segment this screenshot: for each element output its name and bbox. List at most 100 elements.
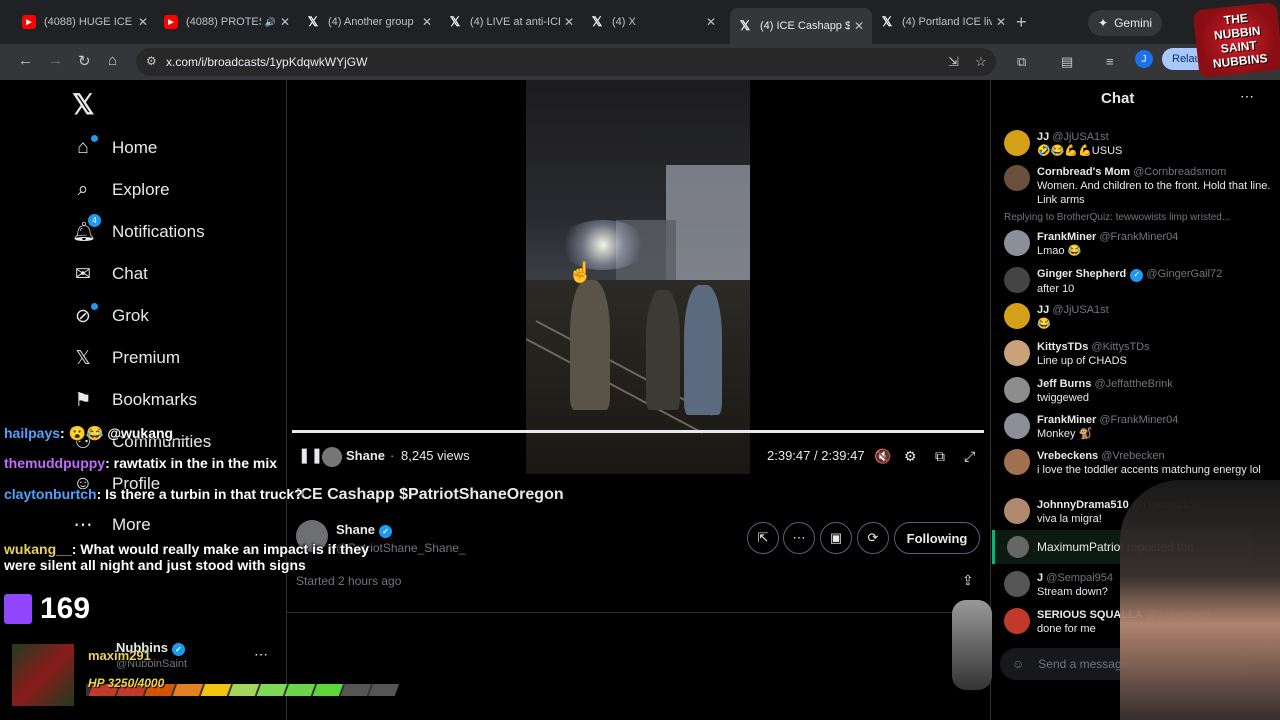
hp-text: HP 3250/4000 xyxy=(88,676,165,690)
chat-username[interactable]: KittysTDs xyxy=(1037,341,1088,353)
close-tab-icon[interactable]: ✕ xyxy=(280,15,290,29)
browser-tab[interactable]: ▶ (4088) PROTES 🔊 ✕ xyxy=(156,8,298,36)
fullscreen-icon[interactable]: ⤢ xyxy=(964,448,975,465)
close-tab-icon[interactable]: ✕ xyxy=(854,19,864,33)
pip-icon[interactable]: ⧉ xyxy=(935,448,945,465)
close-tab-icon[interactable]: ✕ xyxy=(564,15,574,29)
avatar[interactable] xyxy=(1004,230,1030,256)
x-icon: 𝕏 xyxy=(591,14,603,29)
browser-tab[interactable]: 𝕏 (4) Another group ✕ xyxy=(298,8,440,36)
chat-username[interactable]: FrankMiner xyxy=(1037,231,1096,243)
video-progress-bar[interactable] xyxy=(292,430,984,433)
avatar[interactable] xyxy=(1004,571,1030,597)
share-icon[interactable]: ⇪ xyxy=(962,572,974,589)
clip-icon[interactable]: ▣ xyxy=(820,522,852,554)
chat-handle[interactable]: @GingerGail72 xyxy=(1146,268,1222,280)
avatar[interactable] xyxy=(1004,165,1030,191)
avatar[interactable] xyxy=(1004,413,1030,439)
chat-handle[interactable]: @Cornbreadsmom xyxy=(1133,166,1226,178)
extensions-icon[interactable]: ⧉ xyxy=(1017,54,1026,70)
chat-handle[interactable]: @FrankMiner04 xyxy=(1099,231,1178,243)
back-icon[interactable]: ← xyxy=(18,52,33,69)
reply-note[interactable]: Replying to BrotherQuiz: tewwowists limp… xyxy=(1004,212,1230,223)
chat-more-icon[interactable]: ⋯ xyxy=(1240,88,1254,105)
x-logo[interactable]: 𝕏 xyxy=(72,88,95,121)
mute-icon[interactable]: 🔇 xyxy=(874,448,891,465)
browser-tab[interactable]: ▶ (4088) HUGE ICE P ✕ xyxy=(14,8,156,36)
chat-username[interactable]: Jeff Burns xyxy=(1037,378,1091,390)
chat-handle[interactable]: @KittysTDs xyxy=(1091,341,1149,353)
close-tab-icon[interactable]: ✕ xyxy=(706,15,716,29)
video-player[interactable] xyxy=(526,80,750,474)
account-more-icon[interactable]: ⋯ xyxy=(254,646,268,663)
host-name-row[interactable]: Shane ✓ xyxy=(336,522,393,538)
chat-username[interactable]: Ginger Shepherd xyxy=(1037,268,1126,280)
chat-handle[interactable]: @Sempai954 xyxy=(1046,572,1113,584)
chat-username[interactable]: JJ xyxy=(1037,131,1049,143)
avatar[interactable] xyxy=(1004,267,1030,293)
host-avatar-small[interactable] xyxy=(322,447,342,467)
chat-username[interactable]: JJ xyxy=(1037,304,1049,316)
browser-tab[interactable]: 𝕏 (4) LIVE at anti-ICE ✕ xyxy=(440,8,582,36)
repost-icon[interactable]: ⟳ xyxy=(857,522,889,554)
avatar[interactable] xyxy=(1004,608,1030,634)
profile-avatar[interactable]: J xyxy=(1135,50,1153,68)
nav-item-notifications[interactable]: 🔔︎ 4 Notifications xyxy=(72,214,205,249)
nav-item-grok[interactable]: ⊘ Grok xyxy=(72,299,149,333)
chat-text: i love the toddler accents matchung ener… xyxy=(1037,464,1261,476)
nav-item-chat[interactable]: ✉ Chat xyxy=(72,257,148,291)
browser-tab[interactable]: 𝕏 (4) Portland ICE liv ✕ xyxy=(872,8,1014,36)
avatar[interactable] xyxy=(1004,449,1030,475)
chat-text: twiggewed xyxy=(1037,392,1089,404)
close-tab-icon[interactable]: ✕ xyxy=(996,15,1006,29)
nav-item-bookmarks[interactable]: ⚑ Bookmarks xyxy=(72,383,197,417)
site-info-icon[interactable]: ⚙ xyxy=(146,54,157,68)
new-tab-button[interactable]: + xyxy=(1016,12,1027,33)
nav-item-premium[interactable]: 𝕏 Premium xyxy=(72,341,180,375)
bell-icon: 🔔︎ 4 xyxy=(72,214,101,244)
leave-icon[interactable]: ⇱ xyxy=(747,522,779,554)
sidepanel-icon[interactable]: ▤ xyxy=(1061,54,1073,70)
chat-username[interactable]: Cornbread's Mom xyxy=(1037,166,1130,178)
pause-icon[interactable]: ❚❚ xyxy=(298,446,323,464)
chat-username[interactable]: J xyxy=(1037,572,1043,584)
nav-label: Chat xyxy=(112,264,148,283)
browser-tab[interactable]: 𝕏 (4) X ✕ xyxy=(582,8,724,36)
video-host-name[interactable]: Shane xyxy=(346,448,385,463)
chat-handle[interactable]: @JeffattheBrink xyxy=(1094,378,1172,390)
chat-handle[interactable]: @JjUSA1st xyxy=(1052,304,1108,316)
reload-icon[interactable]: ↻ xyxy=(78,52,91,70)
chat-username[interactable]: JohnnyDrama510 xyxy=(1037,499,1129,511)
chat-username[interactable]: FrankMiner xyxy=(1037,414,1096,426)
audio-icon[interactable]: 🔊 xyxy=(265,17,276,28)
chat-handle[interactable]: @JjUSA1st xyxy=(1052,131,1108,143)
emoji-icon[interactable]: ☺ xyxy=(1012,657,1024,671)
gemini-button[interactable]: ✦ Gemini xyxy=(1088,10,1163,36)
more-options-icon[interactable]: ⋯ xyxy=(783,522,815,554)
nav-item-home[interactable]: ⌂ Home xyxy=(72,131,157,165)
gemini-label: Gemini xyxy=(1114,16,1153,30)
avatar[interactable] xyxy=(1004,130,1030,156)
forward-icon[interactable]: → xyxy=(48,52,63,69)
webcam-overlay xyxy=(1120,480,1280,720)
avatar[interactable] xyxy=(1004,303,1030,329)
nav-item-more[interactable]: ⋯ More xyxy=(72,508,151,542)
reading-list-icon[interactable]: ≡ xyxy=(1106,54,1114,69)
video-scene-person xyxy=(684,285,722,415)
chat-handle[interactable]: @FrankMiner04 xyxy=(1099,414,1178,426)
avatar[interactable] xyxy=(1004,377,1030,403)
chat-username[interactable]: Vrebeckens xyxy=(1037,450,1098,462)
following-button[interactable]: Following xyxy=(894,522,980,554)
browser-tab[interactable]: 𝕏 (4) ICE Cashapp $P ✕ xyxy=(730,8,872,44)
star-icon[interactable]: ☆ xyxy=(975,54,987,70)
home-icon[interactable]: ⌂ xyxy=(108,52,117,69)
url-field[interactable]: ⚙ x.com/i/broadcasts/1ypKdqwkWYjGW xyxy=(136,48,996,76)
avatar[interactable] xyxy=(1004,340,1030,366)
settings-icon[interactable]: ⚙ xyxy=(904,448,917,465)
chat-handle[interactable]: @Vrebecken xyxy=(1101,450,1164,462)
avatar[interactable] xyxy=(1004,498,1030,524)
install-icon[interactable]: ⇲ xyxy=(948,54,959,70)
nav-item-explore[interactable]: ⌕ Explore xyxy=(72,173,170,207)
close-tab-icon[interactable]: ✕ xyxy=(422,15,432,29)
close-tab-icon[interactable]: ✕ xyxy=(138,15,148,29)
